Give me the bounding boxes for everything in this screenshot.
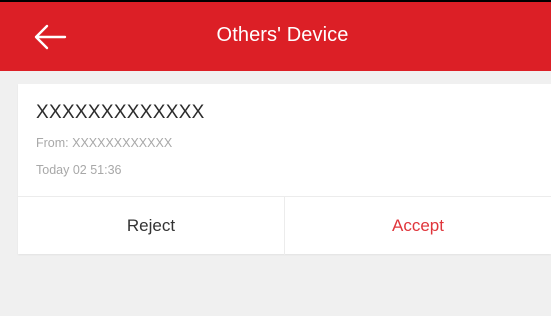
app-bar: Others' Device [0, 0, 551, 71]
device-name: XXXXXXXXXXXXX [36, 102, 205, 123]
timestamp: Today 02 51:36 [36, 163, 122, 177]
page-title: Others' Device [216, 24, 349, 46]
reject-button[interactable]: Reject [18, 197, 285, 255]
device-request-card: XXXXXXXXXXXXX From: XXXXXXXXXXXX Today 0… [18, 84, 551, 255]
card-actions: Reject Accept [18, 196, 551, 255]
accept-button[interactable]: Accept [285, 197, 551, 255]
from-text: From: XXXXXXXXXXXX [36, 136, 173, 150]
